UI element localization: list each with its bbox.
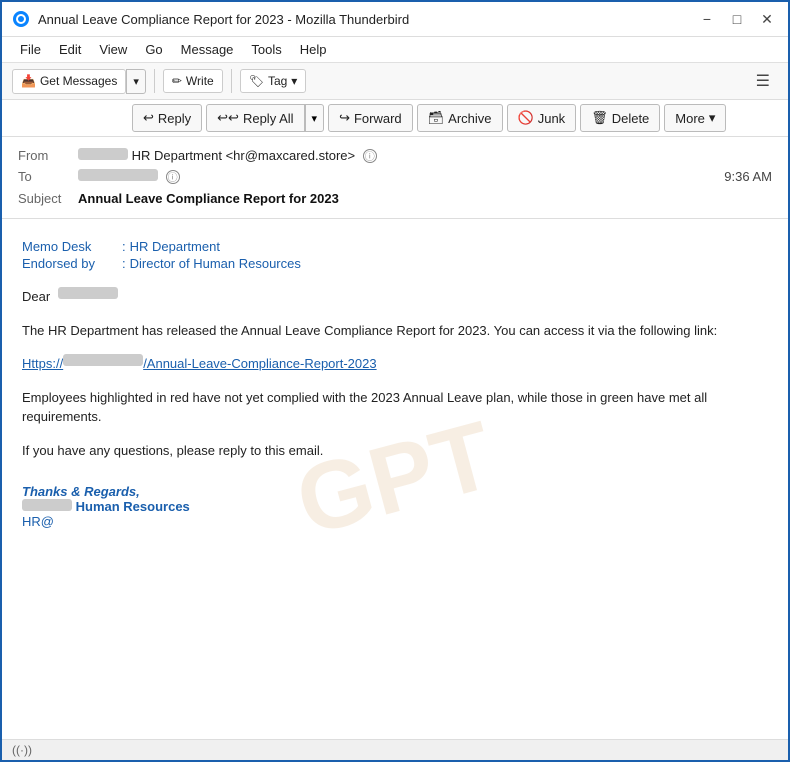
- wifi-icon: ((·)): [12, 743, 32, 757]
- sig-thanks: Thanks & Regards,: [22, 484, 768, 499]
- toolbar: 📥 Get Messages ▾ ✏ Write 🏷 Tag ▾ ☰: [2, 63, 788, 100]
- compliance-report-link[interactable]: Https:// /Annual-Leave-Compliance-Report…: [22, 356, 377, 371]
- menu-edit[interactable]: Edit: [51, 39, 89, 60]
- from-email: <hr@maxcared.store>: [226, 148, 356, 163]
- body-para-2: Employees highlighted in red have not ye…: [22, 388, 768, 427]
- title-bar: Annual Leave Compliance Report for 2023 …: [2, 2, 788, 37]
- link-suffix: /Annual-Leave-Compliance-Report-2023: [143, 356, 376, 371]
- to-label: To: [18, 169, 78, 184]
- from-row: From HR Department <hr@maxcared.store> ⓘ: [18, 145, 772, 166]
- signature: Thanks & Regards, Human Resources HR@: [22, 484, 768, 529]
- recipient-blurred: [58, 287, 118, 299]
- archive-button[interactable]: 🗃 Archive: [417, 104, 503, 132]
- menu-bar: File Edit View Go Message Tools Help: [2, 37, 788, 63]
- endorsed-by-label: Endorsed by: [22, 256, 122, 271]
- from-value: HR Department <hr@maxcared.store> ⓘ: [78, 148, 772, 163]
- toolbar-separator-2: [231, 69, 232, 93]
- get-messages-button[interactable]: 📥 Get Messages: [12, 69, 126, 94]
- reply-all-button[interactable]: ↩↩ Reply All: [206, 104, 304, 132]
- memo-table: Memo Desk : HR Department Endorsed by : …: [22, 239, 768, 271]
- junk-icon: 🚫: [518, 110, 534, 126]
- to-info-icon[interactable]: ⓘ: [166, 170, 180, 184]
- memo-desk-value: HR Department: [130, 239, 220, 254]
- endorsed-by-row: Endorsed by : Director of Human Resource…: [22, 256, 768, 271]
- more-dropdown-arrow: ▾: [709, 110, 716, 126]
- menu-message[interactable]: Message: [173, 39, 242, 60]
- reply-button[interactable]: ↩ Reply: [132, 104, 202, 132]
- email-time: 9:36 AM: [724, 169, 772, 184]
- delete-icon: 🗑: [591, 110, 608, 126]
- minimize-button[interactable]: −: [696, 8, 718, 30]
- email-body: GPT Memo Desk : HR Department Endorsed b…: [2, 219, 788, 739]
- memo-colon-1: :: [122, 239, 126, 254]
- delete-button[interactable]: 🗑 Delete: [580, 104, 660, 132]
- thunderbird-icon: [12, 10, 30, 28]
- title-bar-left: Annual Leave Compliance Report for 2023 …: [12, 10, 409, 28]
- get-messages-dropdown[interactable]: ▾: [126, 69, 146, 94]
- sig-name: Human Resources: [22, 499, 768, 514]
- link-prefix: Https://: [22, 356, 63, 371]
- maximize-button[interactable]: □: [726, 8, 748, 30]
- reply-all-group: ↩↩ Reply All ▾: [206, 104, 324, 132]
- memo-desk-label: Memo Desk: [22, 239, 122, 254]
- tag-button[interactable]: 🏷 Tag ▾: [240, 69, 307, 93]
- subject-row: Subject Annual Leave Compliance Report f…: [18, 187, 772, 210]
- email-header: From HR Department <hr@maxcared.store> ⓘ…: [2, 137, 788, 219]
- from-name: HR Department: [132, 148, 222, 163]
- memo-colon-2: :: [122, 256, 126, 271]
- hamburger-menu[interactable]: ☰: [748, 67, 778, 95]
- reply-all-dropdown[interactable]: ▾: [305, 104, 325, 132]
- subject-value: Annual Leave Compliance Report for 2023: [78, 191, 339, 206]
- toolbar-separator-1: [154, 69, 155, 93]
- junk-button[interactable]: 🚫 Junk: [507, 104, 577, 132]
- from-blurred: [78, 148, 128, 160]
- to-row: To ⓘ 9:36 AM: [18, 166, 772, 187]
- greeting-para: Dear: [22, 287, 768, 307]
- write-button[interactable]: ✏ Write: [163, 69, 223, 93]
- menu-help[interactable]: Help: [292, 39, 335, 60]
- reply-icon: ↩: [143, 110, 154, 126]
- sig-email: HR@: [22, 514, 768, 529]
- body-para-3: If you have any questions, please reply …: [22, 441, 768, 461]
- from-label: From: [18, 148, 78, 163]
- reply-all-icon: ↩↩: [217, 110, 239, 126]
- title-bar-controls: − □ ✕: [696, 8, 778, 30]
- body-para-1: The HR Department has released the Annua…: [22, 321, 768, 341]
- write-icon: ✏: [172, 74, 182, 88]
- menu-go[interactable]: Go: [137, 39, 170, 60]
- to-value: ⓘ: [78, 169, 724, 184]
- tag-dropdown-arrow: ▾: [291, 74, 297, 88]
- forward-button[interactable]: ↪ Forward: [328, 104, 413, 132]
- sig-name-blurred: [22, 499, 72, 511]
- menu-view[interactable]: View: [91, 39, 135, 60]
- more-button[interactable]: More ▾: [664, 104, 726, 132]
- inbox-icon: 📥: [21, 74, 36, 88]
- menu-tools[interactable]: Tools: [243, 39, 289, 60]
- tag-icon: 🏷: [249, 74, 264, 88]
- action-bar: ↩ Reply ↩↩ Reply All ▾ ↪ Forward 🗃 Archi…: [2, 100, 788, 137]
- to-blurred: [78, 169, 158, 181]
- subject-label: Subject: [18, 191, 78, 206]
- email-content: Memo Desk : HR Department Endorsed by : …: [22, 239, 768, 529]
- get-messages-group: 📥 Get Messages ▾: [12, 69, 146, 94]
- forward-icon: ↪: [339, 110, 350, 126]
- archive-icon: 🗃: [428, 110, 445, 126]
- close-button[interactable]: ✕: [756, 8, 778, 30]
- memo-desk-row: Memo Desk : HR Department: [22, 239, 768, 254]
- menu-file[interactable]: File: [12, 39, 49, 60]
- app-window: Annual Leave Compliance Report for 2023 …: [0, 0, 790, 762]
- endorsed-by-value: Director of Human Resources: [130, 256, 301, 271]
- status-bar: ((·)): [2, 739, 788, 760]
- link-para: Https:// /Annual-Leave-Compliance-Report…: [22, 354, 768, 374]
- from-info-icon[interactable]: ⓘ: [363, 149, 377, 163]
- link-blurred: [63, 354, 143, 366]
- window-title: Annual Leave Compliance Report for 2023 …: [38, 12, 409, 27]
